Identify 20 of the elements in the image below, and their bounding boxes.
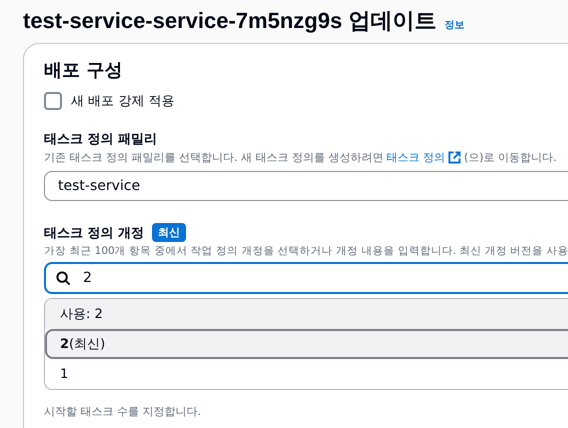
field-description: 기존 태스크 정의 패밀리를 선택합니다. 새 태스크 정의를 생성하려면 <box>44 150 384 165</box>
checkbox[interactable] <box>44 92 62 110</box>
info-link[interactable]: 정보 <box>444 18 464 32</box>
dropdown-option[interactable]: 사용: 2 <box>45 299 568 329</box>
field-label: 태스크 정의 패밀리 <box>44 131 158 148</box>
section-title: 배포 구성 <box>44 59 124 82</box>
task-definition-link[interactable]: 태스크 정의 <box>386 150 445 165</box>
latest-badge: 최신 <box>152 223 186 242</box>
dropdown-option[interactable]: 2(최신) <box>45 329 568 359</box>
external-link-icon <box>448 151 461 164</box>
field-description: 가장 최근 100개 항목 중에서 작업 정의 개정을 선택하거나 개정 내용을 입력합니다. 최신 개정 버전을 사용 <box>44 244 568 258</box>
field-description: 시작할 태스크 수를 지정합니다. <box>44 404 202 419</box>
page-title: test-service-service-7m5nzg9s 업데이트 <box>23 7 436 35</box>
search-field[interactable]: 2 <box>44 262 568 294</box>
checkbox-label: 새 배포 강제 적용 <box>71 93 174 110</box>
field-description: (으)로 이동합니다. <box>464 150 557 165</box>
select-field[interactable]: test-service <box>44 171 568 201</box>
dropdown-option[interactable]: 1 <box>45 359 568 389</box>
search-icon <box>56 270 71 286</box>
field-label: 태스크 정의 개정 <box>44 224 144 242</box>
